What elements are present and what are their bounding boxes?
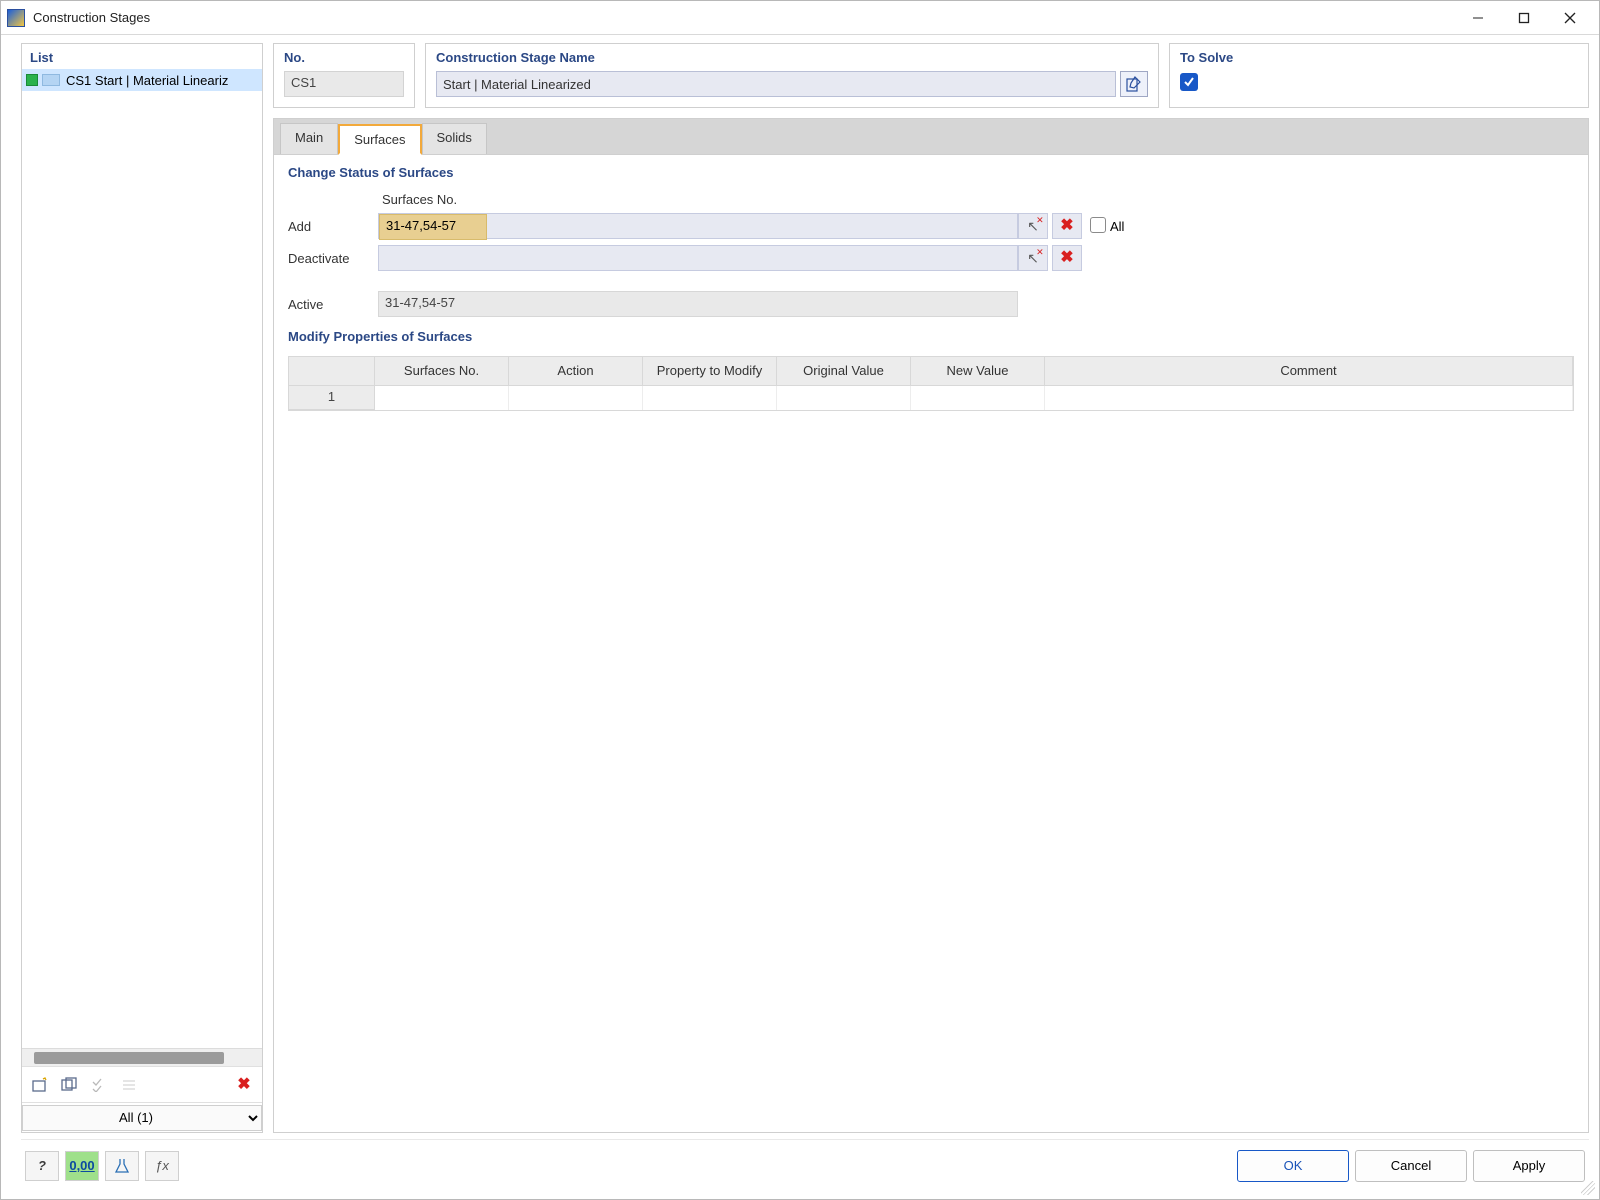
col-original-value: Original Value [777, 357, 911, 386]
col-rownum [289, 357, 375, 386]
minimize-button[interactable] [1455, 3, 1501, 33]
pencil-note-icon [1126, 76, 1142, 92]
stage-no-card: No. CS1 [273, 43, 415, 108]
to-solve-checkbox[interactable] [1180, 73, 1198, 91]
properties-table-header: Surfaces No. Action Property to Modify O… [289, 357, 1573, 386]
modify-props-title: Modify Properties of Surfaces [288, 329, 1574, 344]
add-surfaces-input[interactable]: 31-47,54-57 [378, 213, 1018, 239]
properties-table-row[interactable]: 1 [289, 386, 1573, 410]
uncheck-all-button[interactable] [116, 1072, 144, 1098]
add-all-checkbox[interactable] [1090, 217, 1106, 233]
col-new-value: New Value [911, 357, 1045, 386]
clear-icon: ✖ [1060, 218, 1073, 234]
delete-stage-button[interactable]: ✖ [230, 1072, 258, 1098]
tab-solids[interactable]: Solids [422, 123, 487, 154]
stage-list-hscrollbar[interactable] [22, 1048, 262, 1066]
stage-name-label: Construction Stage Name [436, 50, 1148, 65]
col-comment: Comment [1045, 357, 1573, 386]
cell-property[interactable] [643, 386, 777, 410]
stage-list-panel: List CS1 Start | Material Lineariz ✖ [21, 43, 263, 1133]
stage-list-item[interactable]: CS1 Start | Material Lineariz [22, 69, 262, 91]
cell-original-value[interactable] [777, 386, 911, 410]
dialog-body: List CS1 Start | Material Lineariz ✖ [1, 35, 1599, 1199]
clear-icon: ✖ [1060, 250, 1073, 266]
copy-stage-button[interactable] [56, 1072, 84, 1098]
window-title: Construction Stages [33, 10, 150, 25]
editor-panel: No. CS1 Construction Stage Name Start | … [273, 43, 1589, 1133]
tabstrip: Main Surfaces Solids [273, 118, 1589, 154]
cell-new-value[interactable] [911, 386, 1045, 410]
add-all-label: All [1110, 219, 1150, 234]
ok-button[interactable]: OK [1237, 1150, 1349, 1182]
change-status-title: Change Status of Surfaces [288, 165, 1574, 180]
stage-list-toolbar: ✖ [22, 1066, 262, 1102]
stage-name-input[interactable]: Start | Material Linearized [436, 71, 1116, 97]
content: List CS1 Start | Material Lineariz ✖ [21, 43, 1589, 1133]
pick-cursor-icon: ↖✕ [1027, 250, 1039, 267]
deactivate-label: Deactivate [288, 251, 378, 266]
surfaces-no-header: Surfaces No. [378, 192, 1018, 207]
resize-grip[interactable] [1581, 1181, 1595, 1195]
tab-main[interactable]: Main [280, 123, 338, 154]
add-clear-button[interactable]: ✖ [1052, 213, 1082, 239]
change-status-grid: Surfaces No. Add 31-47,54-57 ↖✕ ✖ All De… [288, 192, 1574, 317]
tab-surfaces[interactable]: Surfaces [338, 124, 421, 155]
check-icon [1183, 76, 1195, 88]
active-surfaces-field: 31-47,54-57 [378, 291, 1018, 317]
help-icon: ? [38, 1158, 46, 1173]
stage-type-swatch [42, 74, 60, 86]
col-action: Action [509, 357, 643, 386]
dialog-footer: ? 0,00 ƒx OK Cancel Apply [21, 1139, 1589, 1191]
deactivate-surfaces-input[interactable] [378, 245, 1018, 271]
check-all-button[interactable] [86, 1072, 114, 1098]
stage-name-card: Construction Stage Name Start | Material… [425, 43, 1159, 108]
delete-icon: ✖ [237, 1077, 250, 1093]
close-button[interactable] [1547, 3, 1593, 33]
flask-icon [113, 1157, 131, 1175]
fx-icon: ƒx [155, 1158, 169, 1173]
pick-cursor-icon: ↖✕ [1027, 218, 1039, 235]
units-icon: 0,00 [69, 1158, 94, 1173]
cell-action[interactable] [509, 386, 643, 410]
col-surfaces-no: Surfaces No. [375, 357, 509, 386]
formula-button[interactable]: ƒx [145, 1151, 179, 1181]
apply-button[interactable]: Apply [1473, 1150, 1585, 1182]
units-button[interactable]: 0,00 [65, 1151, 99, 1181]
cell-surfaces-no[interactable] [375, 386, 509, 410]
tab-body: Change Status of Surfaces Surfaces No. A… [273, 154, 1589, 1133]
add-pick-button[interactable]: ↖✕ [1018, 213, 1048, 239]
window: Construction Stages List CS1 Start | Mat… [0, 0, 1600, 1200]
stage-no-field: CS1 [284, 71, 404, 97]
app-icon [7, 9, 25, 27]
deactivate-pick-button[interactable]: ↖✕ [1018, 245, 1048, 271]
help-button[interactable]: ? [25, 1151, 59, 1181]
properties-table[interactable]: Surfaces No. Action Property to Modify O… [288, 356, 1574, 411]
editor-header-row: No. CS1 Construction Stage Name Start | … [273, 43, 1589, 108]
titlebar: Construction Stages [1, 1, 1599, 35]
stage-name-edit-button[interactable] [1120, 71, 1148, 97]
col-property: Property to Modify [643, 357, 777, 386]
to-solve-card: To Solve [1169, 43, 1589, 108]
add-label: Add [288, 219, 378, 234]
stage-list-header: List [22, 44, 262, 69]
stage-no-label: No. [284, 50, 404, 65]
cancel-button[interactable]: Cancel [1355, 1150, 1467, 1182]
stage-filter-select[interactable]: All (1) [22, 1105, 262, 1131]
to-solve-label: To Solve [1180, 50, 1578, 65]
maximize-button[interactable] [1501, 3, 1547, 33]
stage-color-swatch [26, 74, 38, 86]
parameters-button[interactable] [105, 1151, 139, 1181]
stage-list-item-label: CS1 Start | Material Lineariz [66, 73, 228, 88]
row-number: 1 [289, 386, 375, 410]
active-label: Active [288, 297, 378, 312]
stage-list[interactable]: CS1 Start | Material Lineariz [22, 69, 262, 1048]
new-stage-button[interactable] [26, 1072, 54, 1098]
deactivate-clear-button[interactable]: ✖ [1052, 245, 1082, 271]
cell-comment[interactable] [1045, 386, 1573, 410]
stage-filter: All (1) [22, 1102, 262, 1132]
